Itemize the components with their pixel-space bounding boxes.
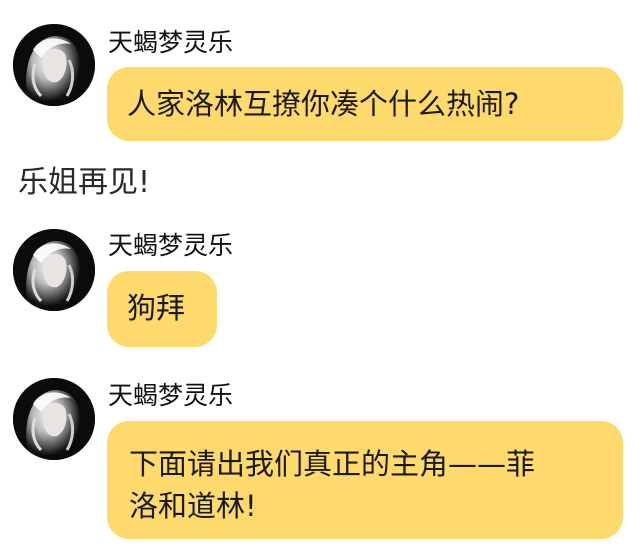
avatar[interactable]	[13, 378, 95, 460]
message-bubble[interactable]: 人家洛林互撩你凑个什么热闹?	[107, 67, 623, 141]
sender-name: 天蝎梦灵乐	[108, 381, 234, 410]
message-bubble[interactable]: 下面请出我们真正的主角——菲 洛和道林!	[107, 421, 623, 539]
avatar[interactable]	[13, 229, 95, 311]
message-bubble[interactable]: 狗拜	[107, 271, 217, 347]
sender-name: 天蝎梦灵乐	[108, 28, 234, 57]
message-line: 下面请出我们真正的主角——菲	[129, 447, 536, 481]
narration-text: 乐姐再见!	[18, 165, 151, 200]
avatar[interactable]	[13, 24, 95, 106]
sender-name: 天蝎梦灵乐	[108, 231, 234, 260]
message-line: 洛和道林!	[129, 489, 257, 523]
white-haired-girl-avatar-icon	[13, 378, 95, 460]
white-haired-girl-avatar-icon	[13, 24, 95, 106]
white-haired-girl-avatar-icon	[13, 229, 95, 311]
